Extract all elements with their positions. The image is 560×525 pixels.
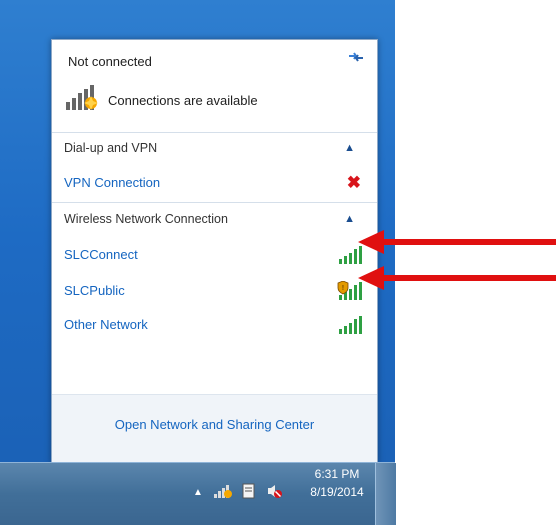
connection-status-title: Not connected [68,54,152,69]
network-name: Other Network [64,317,148,332]
annotation-arrow-slcpublic [358,266,556,290]
section-header-wireless[interactable]: Wireless Network Connection ▲ [52,208,377,232]
show-hidden-icons-icon[interactable]: ▲ [193,487,203,498]
network-item-other[interactable]: Other Network [52,312,377,338]
red-x-icon: ✖ [346,173,361,192]
chevron-up-icon[interactable]: ▲ [344,213,355,225]
network-item-vpn[interactable]: VPN Connection ✖ [52,170,377,196]
network-available-icon [64,84,104,117]
network-name: SLCPublic [64,283,125,298]
refresh-icon[interactable] [347,50,365,64]
section-header-dialup[interactable]: Dial-up and VPN ▲ [52,137,377,161]
section-label-dialup: Dial-up and VPN [64,141,158,155]
clock[interactable]: 6:31 PM 8/19/2014 [307,465,367,501]
signal-icon [337,315,363,335]
availability-row: Connections are available [64,84,258,117]
availability-text: Connections are available [108,93,258,108]
section-label-wireless: Wireless Network Connection [64,212,228,226]
network-name: VPN Connection [64,175,161,190]
open-network-sharing-center-link[interactable]: Open Network and Sharing Center [52,417,377,432]
network-name: SLCConnect [64,247,138,262]
svg-text:!: ! [342,285,344,292]
section-divider [52,202,377,203]
tray-action-center-icon[interactable] [241,483,257,504]
flyout-header: Not connected Connections are available [52,40,377,133]
clock-time: 6:31 PM [314,467,360,481]
show-desktop-button[interactable] [375,463,396,525]
taskbar: ▲ 6:31 PM 8/19/2014 [0,462,396,525]
tray-volume-muted-icon[interactable] [266,483,284,504]
network-flyout: Not connected Connections are available … [51,39,378,464]
chevron-up-icon[interactable]: ▲ [344,142,355,154]
network-item-slcpublic[interactable]: SLCPublic ! [52,278,377,304]
clock-date: 8/19/2014 [310,485,364,499]
tray-network-icon[interactable] [213,483,233,504]
network-item-slcconnect[interactable]: SLCConnect [52,242,377,268]
annotation-arrow-slcconnect [358,230,556,254]
flyout-footer: Open Network and Sharing Center [52,394,377,463]
